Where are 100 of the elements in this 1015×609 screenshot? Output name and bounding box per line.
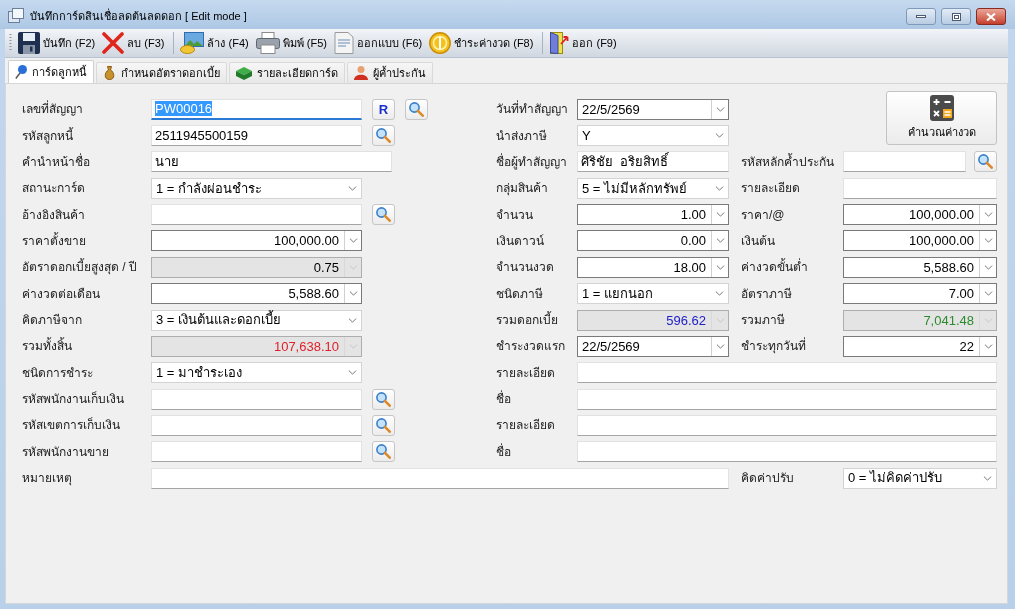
field-label: รหัสพนักงานขาย xyxy=(22,443,109,461)
calculate-button[interactable]: คำนวณค่างวด xyxy=(886,91,997,145)
date-field[interactable]: 22/5/2569 xyxy=(577,335,729,357)
search-icon xyxy=(376,391,391,407)
clear-tool-button[interactable]: ล้าง (F4) xyxy=(178,30,251,56)
chevron-down-icon xyxy=(983,238,993,244)
dropdown[interactable]: Y xyxy=(577,125,729,147)
text-field[interactable]: 2511945500159 xyxy=(151,125,362,147)
search-button[interactable] xyxy=(372,204,395,226)
text-field[interactable] xyxy=(151,415,362,436)
field-label: ค่างวดต่อเดือน xyxy=(22,285,100,303)
text-field[interactable] xyxy=(151,441,362,463)
number-field[interactable]: 7.00 xyxy=(843,283,997,305)
field-label: คิดภาษีจาก xyxy=(22,312,82,330)
chevron-down-icon xyxy=(348,291,358,297)
field-label: ชนิดภาษี xyxy=(496,285,543,303)
text-field[interactable] xyxy=(151,388,362,410)
field-label: รายละเอียด xyxy=(496,364,555,382)
dropdown[interactable]: 0 = ไม่คิดค่าปรับ xyxy=(843,467,997,489)
print-tool-button[interactable]: พิมพ์ (F5) xyxy=(253,30,329,56)
dropdown[interactable]: 5 = ไม่มีหลักทรัพย์ xyxy=(577,177,729,199)
text-field[interactable] xyxy=(577,362,997,384)
document-icon xyxy=(333,32,354,54)
printer-icon xyxy=(255,32,280,54)
field-label: วันที่ทำสัญญา xyxy=(496,100,568,119)
chevron-down-icon xyxy=(714,133,724,139)
minimize-icon xyxy=(916,15,926,18)
search-button[interactable] xyxy=(974,151,997,173)
tab[interactable]: รายละเอียดการ์ด xyxy=(229,62,345,83)
chevron-down-icon xyxy=(347,370,357,376)
search-button[interactable] xyxy=(372,415,395,436)
search-button[interactable] xyxy=(372,388,395,410)
tab[interactable]: กำหนดอัตราดอกเบี้ย xyxy=(96,62,227,83)
field-label: อัตราภาษี xyxy=(741,285,792,303)
dropdown[interactable]: 1 = มาชำระเอง xyxy=(151,362,362,384)
dropdown[interactable]: 3 = เงินต้นและดอกเบี้ย xyxy=(151,309,362,331)
search-button[interactable] xyxy=(372,441,395,463)
delete-tool-button[interactable]: ลบ (F3) xyxy=(100,30,167,56)
door-icon xyxy=(549,32,570,54)
close-button[interactable] xyxy=(976,8,1006,25)
text-field[interactable] xyxy=(577,388,997,410)
person-icon xyxy=(354,66,368,80)
field-label: จำนวน xyxy=(496,206,533,224)
letter-button[interactable]: R xyxy=(372,98,395,120)
number-field[interactable]: 100,000.00 xyxy=(151,230,362,252)
maximize-icon xyxy=(951,12,961,21)
field-label: ชื่อผู้ทำสัญญา xyxy=(496,152,567,171)
chevron-down-icon xyxy=(983,212,993,218)
text-field[interactable] xyxy=(151,467,729,489)
text-field[interactable] xyxy=(577,441,997,463)
search-icon xyxy=(376,418,391,433)
field-label: หมายเหตุ xyxy=(22,470,72,488)
dropdown[interactable]: 1 = กำลังผ่อนชำระ xyxy=(151,177,362,199)
coin-icon xyxy=(429,32,452,54)
dropdown[interactable]: 1 = แยกนอก xyxy=(577,283,729,305)
maximize-button[interactable] xyxy=(941,8,971,25)
save-tool-button[interactable]: บันทึก (F2) xyxy=(16,30,98,56)
field-label: สถานะการ์ด xyxy=(22,180,85,198)
text-field[interactable] xyxy=(843,177,997,199)
search-icon xyxy=(376,128,391,144)
chevron-down-icon xyxy=(715,106,725,112)
text-field[interactable]: นาย xyxy=(151,151,392,173)
chevron-down-icon xyxy=(983,264,993,270)
chevron-down-icon xyxy=(715,343,725,349)
chevron-down-icon xyxy=(347,317,357,323)
search-icon xyxy=(376,444,391,460)
text-field[interactable] xyxy=(577,415,997,436)
field-label: รายละเอียด xyxy=(741,180,800,198)
minimize-button[interactable] xyxy=(906,8,936,25)
field-label: เลขที่สัญญา xyxy=(22,100,83,119)
tab[interactable]: ผู้ค้ำประกัน xyxy=(347,62,433,83)
number-field[interactable]: 5,588.60 xyxy=(151,283,362,305)
number-field[interactable]: 100,000.00 xyxy=(843,204,997,226)
design-tool-button[interactable]: ออกแบบ (F6) xyxy=(331,30,425,56)
chevron-down-icon xyxy=(715,212,725,218)
exit-tool-button[interactable]: ออก (F9) xyxy=(547,30,619,56)
number-field[interactable]: 0.00 xyxy=(577,230,729,252)
chevron-down-icon xyxy=(715,238,725,244)
chevron-down-icon xyxy=(982,475,992,481)
field-label: รวมดอกเบี้ย xyxy=(496,311,558,330)
pay-tool-button[interactable]: ชำระค่างวด (F8) xyxy=(427,30,536,56)
text-field[interactable]: ศิริชัย อริยสิทธิ์ xyxy=(577,151,729,173)
text-field[interactable] xyxy=(843,151,966,173)
search-button[interactable] xyxy=(372,125,395,147)
number-field[interactable]: 1.00 xyxy=(577,204,729,226)
window-title: บันทึกการ์ดสินเชื่อลดต้นลดดอก [ Edit mode ] xyxy=(30,8,247,24)
calculator-icon xyxy=(929,95,954,122)
number-field[interactable]: 5,588.60 xyxy=(843,256,997,278)
number-field[interactable]: 100,000.00 xyxy=(843,230,997,252)
text-field[interactable] xyxy=(151,204,362,226)
field-label: ค่างวดขั้นต่ำ xyxy=(741,258,808,277)
chevron-down-icon xyxy=(715,264,725,270)
field-label: ชื่อ xyxy=(496,390,511,409)
number-field[interactable]: 22 xyxy=(843,335,997,357)
field-label: คิดค่าปรับ xyxy=(741,470,794,488)
search-icon xyxy=(409,101,424,117)
search-button[interactable] xyxy=(405,98,428,120)
number-field[interactable]: 18.00 xyxy=(577,256,729,278)
date-field[interactable]: 22/5/2569 xyxy=(577,98,729,120)
tab[interactable]: การ์ดลูกหนี้ xyxy=(8,60,94,83)
